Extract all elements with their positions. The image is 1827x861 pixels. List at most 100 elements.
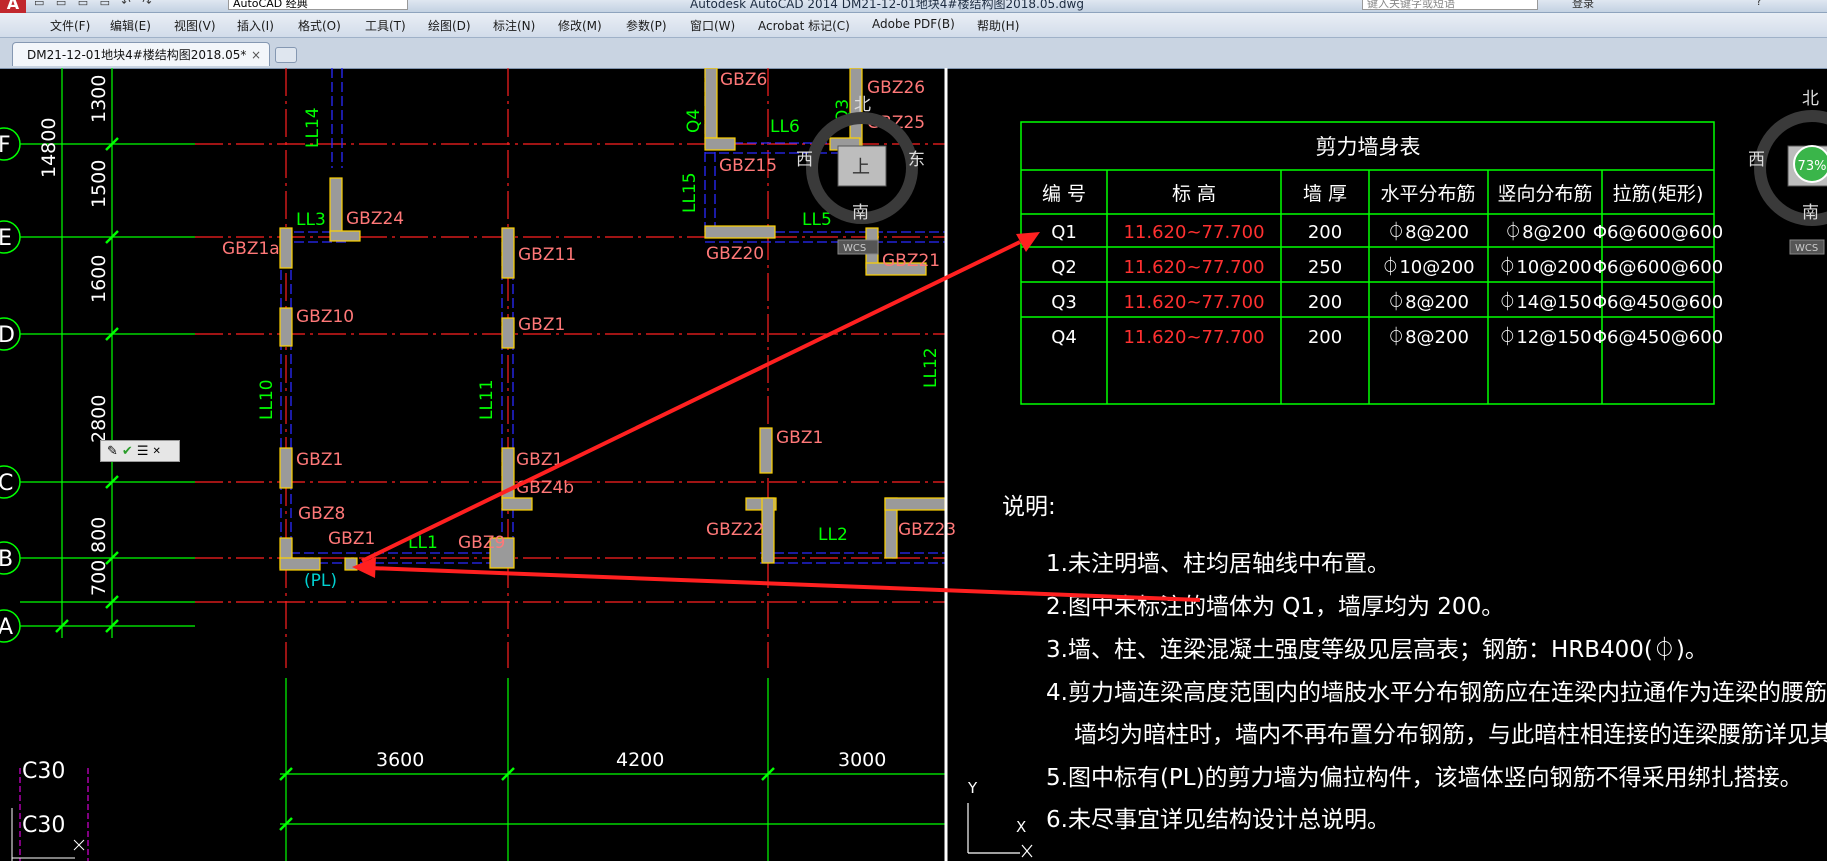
workspace-select[interactable]: AutoCAD 经典 xyxy=(228,0,408,10)
axis-label-e: E xyxy=(0,226,12,251)
note-1: 1.未注明墙、柱均居轴线中布置。 xyxy=(1046,551,1390,577)
quick-access-toolbar[interactable]: ▭ ▭ ▭ ▭ ↶ ↷ xyxy=(34,0,156,9)
window-title: Autodesk AutoCAD 2014 DM21-12-01地块4#楼结构图… xyxy=(690,0,1084,11)
col-label-gbz6: GBZ6 xyxy=(720,70,767,90)
table-cell: ⏀10@200 xyxy=(1381,256,1474,278)
menu-view[interactable]: 视图(V) xyxy=(174,17,216,34)
menu-adobe-pdf[interactable]: Adobe PDF(B) xyxy=(872,17,955,31)
note-6: 6.未尽事宜详见结构设计总说明。 xyxy=(1046,807,1390,833)
autocad-logo-icon[interactable]: A xyxy=(0,0,26,14)
table-row: Q4 11.620~77.700 200 ⏀8@200 ⏀12@150 Φ6@4… xyxy=(1051,326,1723,348)
col-label-gbz15: GBZ15 xyxy=(719,156,777,176)
beam-label-ll14: LL14 xyxy=(303,107,323,148)
menu-file[interactable]: 文件(F) xyxy=(50,17,90,34)
menu-parametric[interactable]: 参数(P) xyxy=(626,17,667,34)
beam-label-ll15: LL15 xyxy=(680,172,700,213)
dim-3000: 3000 xyxy=(838,749,886,771)
menu-window[interactable]: 窗口(W) xyxy=(690,17,735,34)
table-row: Q2 11.620~77.700 250 ⏀10@200 ⏀10@200 Φ6@… xyxy=(1051,256,1723,278)
col-label-gbz24: GBZ24 xyxy=(346,209,404,229)
table-header-id: 编 号 xyxy=(1042,183,1086,205)
drawing-canvas[interactable]: F E D C B A 14800 1300 1500 1600 2800 80… xyxy=(0,68,1827,861)
close-icon[interactable]: ✕ xyxy=(152,446,160,457)
table-cell: Q1 xyxy=(1051,222,1077,243)
file-tab-bar: DM21-12-01地块4#楼结构图2018.05* × xyxy=(0,38,1827,69)
notes-title: 说明: xyxy=(1002,494,1056,520)
table-cell: ⏀10@200 xyxy=(1498,256,1591,278)
table-cell: 200 xyxy=(1308,292,1342,313)
viewcube-right[interactable]: 73% 北 南 西 WCS xyxy=(1748,89,1827,255)
wcs-label-left: WCS xyxy=(843,243,866,254)
close-tab-icon[interactable]: × xyxy=(251,43,261,67)
menu-dimension[interactable]: 标注(N) xyxy=(493,17,535,34)
beam-label-ll6: LL6 xyxy=(770,117,800,137)
table-cell: ⏀14@150 xyxy=(1498,291,1591,313)
col-label-gbz11: GBZ11 xyxy=(518,245,576,265)
table-cell: ⏀8@200 xyxy=(1504,221,1586,243)
concrete-label-2: C30 xyxy=(22,813,65,838)
title-bar: A ▭ ▭ ▭ ▭ ↶ ↷ AutoCAD 经典 Autodesk AutoCA… xyxy=(0,0,1827,14)
axis-label-d: D xyxy=(0,323,15,348)
col-label-gbz1-d: GBZ1 xyxy=(518,315,565,335)
table-header-elevation: 标 高 xyxy=(1172,183,1216,205)
wcs-label-right: WCS xyxy=(1795,243,1818,254)
beam-label-ll11: LL11 xyxy=(477,379,497,420)
drawing-area[interactable]: F E D C B A 14800 1300 1500 1600 2800 80… xyxy=(0,68,1827,861)
table-cell: Φ6@600@600 xyxy=(1593,222,1723,243)
menu-tools[interactable]: 工具(T) xyxy=(365,17,406,34)
menu-insert[interactable]: 插入(I) xyxy=(237,17,274,34)
table-cell: 11.620~77.700 xyxy=(1123,327,1264,348)
dim-700: 700 xyxy=(88,560,110,596)
dim-4200: 4200 xyxy=(616,749,664,771)
compass-east-left: 东 xyxy=(908,150,925,170)
edit-icon[interactable]: ✎ xyxy=(107,444,118,459)
col-label-gbz26: GBZ26 xyxy=(867,78,925,98)
table-cell: 11.620~77.700 xyxy=(1123,222,1264,243)
note-3: 3.墙、柱、连梁混凝土强度等级见层高表；钢筋：HRB400(⏀)。 xyxy=(1046,636,1708,663)
col-label-gbz1-mid: GBZ1 xyxy=(776,428,823,448)
table-cell: ⏀12@150 xyxy=(1498,326,1591,348)
table-cell: Φ6@600@600 xyxy=(1593,257,1723,278)
axis-label-b: B xyxy=(0,547,13,572)
col-label-gbz21: GBZ21 xyxy=(882,251,940,271)
beam-label-ll5: LL5 xyxy=(802,210,832,230)
beam-label-ll12: LL12 xyxy=(921,347,941,388)
floating-edit-toolbar[interactable]: ✎ ✔ ☰ ✕ xyxy=(100,440,180,462)
menu-edit[interactable]: 编辑(E) xyxy=(110,17,151,34)
menu-acrobat[interactable]: Acrobat 标记(C) xyxy=(758,17,850,34)
stack-icon[interactable]: ☰ xyxy=(137,444,149,459)
dim-1300: 1300 xyxy=(88,75,110,123)
check-icon[interactable]: ✔ xyxy=(122,444,133,459)
ucs-x-label: X xyxy=(1016,818,1026,836)
menu-modify[interactable]: 修改(M) xyxy=(558,17,602,34)
table-cell: Q2 xyxy=(1051,257,1077,278)
login-button[interactable]: 登录 xyxy=(1572,0,1594,11)
new-tab-button[interactable] xyxy=(275,47,297,63)
col-label-gbz22: GBZ22 xyxy=(706,520,764,540)
menu-draw[interactable]: 绘图(D) xyxy=(428,17,471,34)
help-button[interactable]: ? xyxy=(1756,0,1762,8)
beam-label-ll3: LL3 xyxy=(296,210,326,230)
right-viewport[interactable]: 剪力墙身表 编 号 标 高 墙 厚 水平分布筋 竖向分布筋 拉筋(矩形) Q1 … xyxy=(967,89,1827,858)
file-tab[interactable]: DM21-12-01地块4#楼结构图2018.05* × xyxy=(12,42,270,66)
axis-label-c: C xyxy=(0,471,13,496)
col-label-gbz9: GBZ9 xyxy=(458,533,505,553)
axis-label-f: F xyxy=(0,133,11,158)
compass-west-left: 西 xyxy=(796,150,813,170)
menu-format[interactable]: 格式(O) xyxy=(298,17,341,34)
axis-label-a: A xyxy=(0,615,13,640)
zoom-badge: 73% xyxy=(1798,159,1827,174)
table-cell: 11.620~77.700 xyxy=(1123,292,1264,313)
compass-west-right: 西 xyxy=(1748,150,1765,170)
arrow-to-q1-row xyxy=(361,240,1021,563)
menu-help[interactable]: 帮助(H) xyxy=(977,17,1019,34)
search-input[interactable]: 键入关键字或短语 xyxy=(1362,0,1538,10)
col-label-gbz1-c: GBZ1 xyxy=(296,450,343,470)
dim-800: 800 xyxy=(88,517,110,553)
left-viewport[interactable]: F E D C B A 14800 1300 1500 1600 2800 80… xyxy=(0,68,956,861)
concrete-label-1: C30 xyxy=(22,759,65,784)
dim-total: 14800 xyxy=(38,118,60,178)
table-cell: 11.620~77.700 xyxy=(1123,257,1264,278)
col-label-gbz20: GBZ20 xyxy=(706,244,764,264)
col-label-gbz1a: GBZ1a xyxy=(222,239,280,259)
